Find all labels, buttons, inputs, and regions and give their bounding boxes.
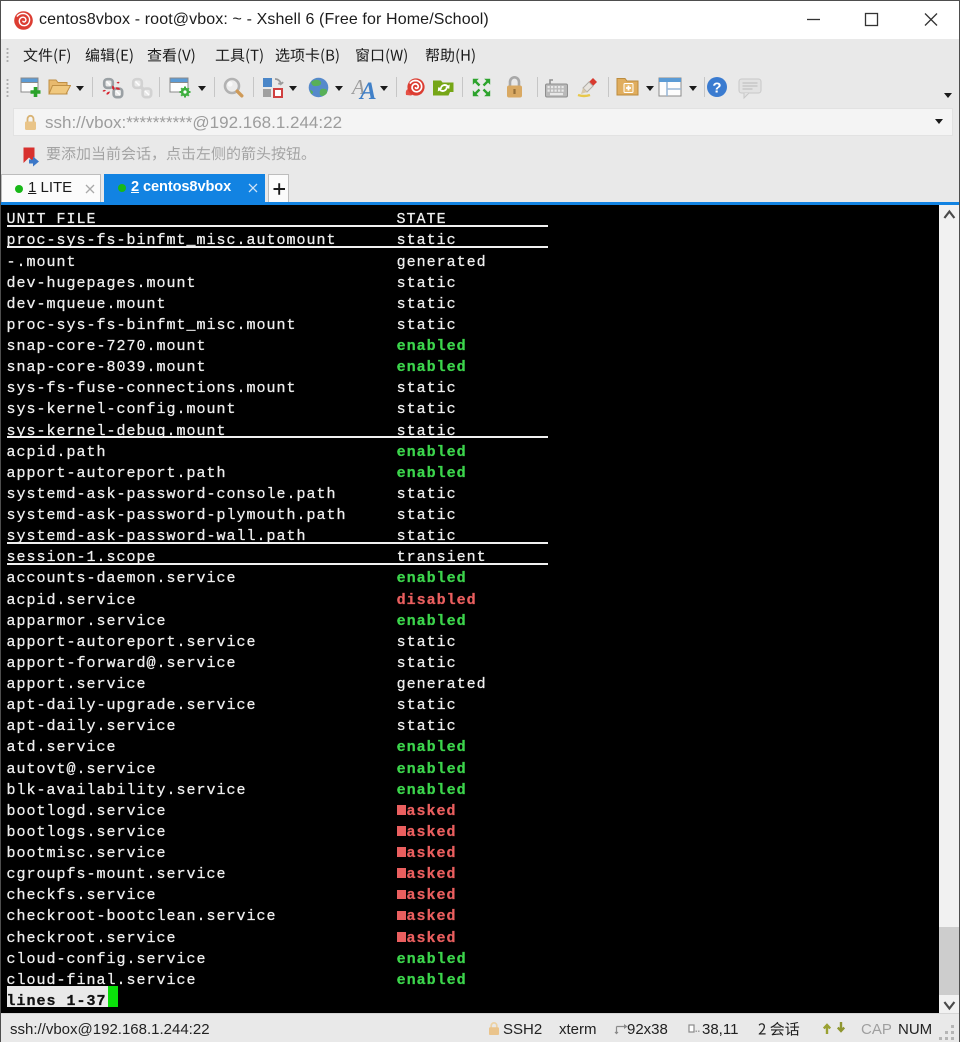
svg-text:A: A	[358, 78, 377, 102]
svg-text:?: ?	[712, 80, 721, 97]
